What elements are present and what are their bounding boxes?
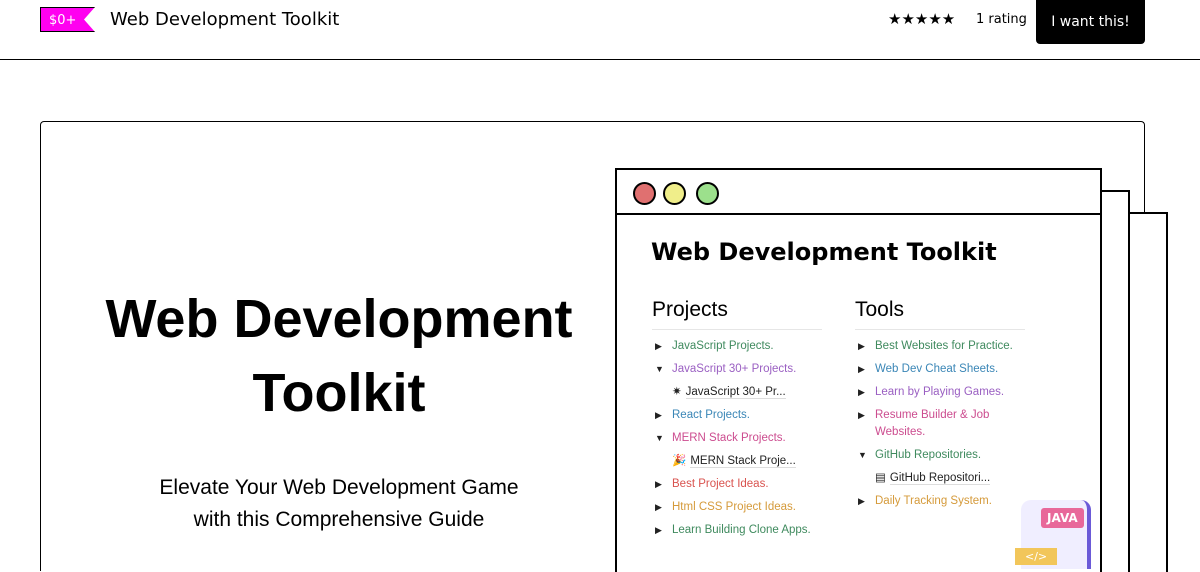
projects-column: Projects ▶ JavaScript Projects. ▼ JavaScrip… — [652, 298, 822, 545]
toggle-item[interactable]: ▶ React Projects. — [652, 407, 822, 424]
toggle-item[interactable]: ▶ Learn by Playing Games. — [855, 384, 1025, 401]
toggle-label: Resume Builder & Job Websites. — [875, 409, 990, 438]
toggle-label: GitHub Repositories. — [875, 449, 982, 461]
toggle-item[interactable]: ▼ GitHub Repositories. — [855, 447, 1025, 464]
page-link[interactable]: 🎉 MERN Stack Proje... — [652, 453, 822, 470]
toggle-item[interactable]: ▶ Daily Tracking System. — [855, 493, 1025, 510]
triangle-down-icon[interactable]: ▼ — [858, 447, 867, 464]
toggle-label: Html CSS Project Ideas. — [672, 501, 796, 513]
page-link[interactable]: ▤ GitHub Repositori... — [855, 470, 1025, 487]
triangle-right-icon[interactable]: ▶ — [655, 407, 662, 424]
toggle-label: Learn by Playing Games. — [875, 386, 1005, 398]
toggle-label: React Projects. — [672, 409, 750, 421]
triangle-right-icon[interactable]: ▶ — [655, 499, 662, 516]
toggle-label: Best Websites for Practice. — [875, 340, 1013, 352]
triangle-right-icon[interactable]: ▶ — [655, 522, 662, 539]
triangle-right-icon[interactable]: ▶ — [858, 493, 865, 510]
triangle-right-icon[interactable]: ▶ — [655, 476, 662, 493]
preview-title: Web Development Toolkit — [651, 238, 997, 266]
cover-subtitle: Elevate Your Web Development Game with t… — [41, 472, 637, 536]
page-link-label: MERN Stack Proje... — [690, 455, 796, 468]
toggle-label: JavaScript Projects. — [672, 340, 774, 352]
code-tag: </> — [1015, 548, 1058, 565]
toggle-item[interactable]: ▶ Resume Builder & Job Websites. — [855, 407, 1025, 441]
toggle-label: Best Project Ideas. — [672, 478, 769, 490]
toggle-item[interactable]: ▶ Learn Building Clone Apps. — [652, 522, 822, 539]
toggle-label: MERN Stack Projects. — [672, 432, 786, 444]
toggle-item[interactable]: ▶ Best Websites for Practice. — [855, 338, 1025, 355]
subtitle-line: with this Comprehensive Guide — [193, 508, 485, 531]
product-title: Web Development Toolkit — [110, 9, 340, 30]
back-frame — [1100, 190, 1130, 572]
projects-heading: Projects — [652, 298, 822, 330]
triangle-down-icon[interactable]: ▼ — [655, 430, 664, 447]
green-dot-icon — [696, 182, 719, 205]
triangle-right-icon[interactable]: ▶ — [858, 407, 865, 424]
page-emoji-icon: ✷ — [672, 386, 682, 398]
cover-title: Web Development Toolkit — [41, 282, 637, 430]
price-badge: $0+ — [40, 7, 95, 32]
page-link-label: JavaScript 30+ Pr... — [685, 386, 786, 399]
window-titlebar — [617, 170, 1100, 215]
buy-button[interactable]: I want this! — [1036, 0, 1145, 44]
browser-window: Web Development Toolkit Projects ▶ JavaSc… — [615, 168, 1102, 572]
triangle-down-icon[interactable]: ▼ — [655, 361, 664, 378]
toggle-label: Learn Building Clone Apps. — [672, 524, 811, 536]
product-cover: Web Development Toolkit Elevate Your Web… — [40, 121, 1168, 572]
toggle-label: Daily Tracking System. — [875, 495, 992, 507]
toggle-item[interactable]: ▼ JavaScript 30+ Projects. — [652, 361, 822, 378]
toggle-item[interactable]: ▼ MERN Stack Projects. — [652, 430, 822, 447]
triangle-right-icon[interactable]: ▶ — [858, 384, 865, 401]
toggle-item[interactable]: ▶ JavaScript Projects. — [652, 338, 822, 355]
page-emoji-icon: ▤ — [875, 472, 886, 484]
tools-column: Tools ▶ Best Websites for Practice. ▶ Web D… — [855, 298, 1025, 516]
yellow-dot-icon — [663, 182, 686, 205]
cover-title-line: Web Development — [105, 289, 573, 349]
back-frame — [1128, 212, 1168, 572]
star-rating-icon: ★★★★★ — [888, 10, 956, 28]
page-emoji-icon: 🎉 — [672, 455, 687, 467]
toggle-item[interactable]: ▶ Html CSS Project Ideas. — [652, 499, 822, 516]
triangle-right-icon[interactable]: ▶ — [655, 338, 662, 355]
toggle-item[interactable]: ▶ Web Dev Cheat Sheets. — [855, 361, 1025, 378]
triangle-right-icon[interactable]: ▶ — [858, 361, 865, 378]
red-dot-icon — [633, 182, 656, 205]
page-link-label: GitHub Repositori... — [889, 472, 991, 485]
toggle-label: JavaScript 30+ Projects. — [672, 363, 797, 375]
subtitle-line: Elevate Your Web Development Game — [159, 476, 519, 499]
header: $0+ Web Development Toolkit ★★★★★ 1 rati… — [0, 0, 1200, 60]
rating-count[interactable]: 1 rating — [976, 12, 1027, 27]
java-tag: JAVA — [1041, 508, 1084, 528]
cover-title-line: Toolkit — [252, 363, 426, 423]
toggle-item[interactable]: ▶ Best Project Ideas. — [652, 476, 822, 493]
page-link[interactable]: ✷ JavaScript 30+ Pr... — [652, 384, 822, 401]
tools-heading: Tools — [855, 298, 1025, 330]
java-file-illustration: JAVA </> — [1015, 500, 1091, 569]
triangle-right-icon[interactable]: ▶ — [858, 338, 865, 355]
toggle-label: Web Dev Cheat Sheets. — [875, 363, 999, 375]
